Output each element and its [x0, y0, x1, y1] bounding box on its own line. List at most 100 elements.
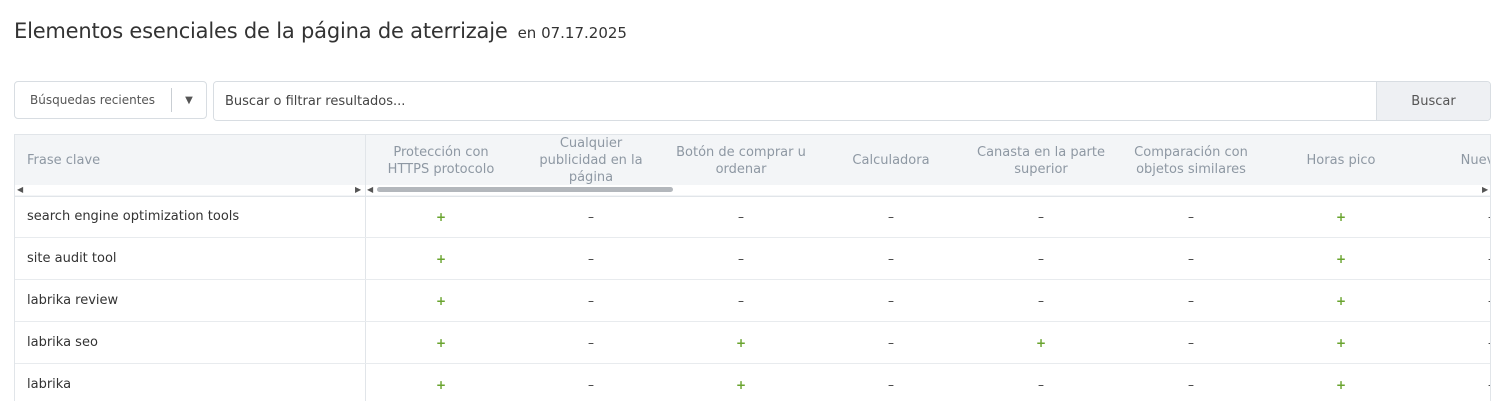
cell-value: – — [738, 293, 744, 308]
cell-value: – — [1038, 251, 1044, 266]
cell-value: – — [1188, 293, 1194, 308]
cell-value: – — [888, 293, 894, 308]
cell-value: – — [588, 335, 594, 350]
scroll-right-icon[interactable]: ▶ — [355, 185, 361, 195]
column-header[interactable]: Canasta en la parte superior — [966, 135, 1116, 186]
cell-value: + — [735, 377, 747, 392]
keyword-cell: search engine optimization tools — [27, 209, 240, 224]
chevron-down-icon[interactable]: ▼ — [172, 95, 206, 106]
dash-icon: – — [966, 280, 1116, 321]
check-plus-icon: + — [1266, 280, 1416, 321]
cell-value: + — [435, 209, 447, 224]
cell-value: + — [435, 251, 447, 266]
dash-icon: – — [816, 280, 966, 321]
search-bar: Buscar — [213, 81, 1491, 121]
dash-icon: – — [1116, 322, 1266, 363]
scroll-left-icon[interactable]: ◀ — [367, 185, 373, 195]
scroll-left-icon[interactable]: ◀ — [17, 185, 23, 195]
cell-value: – — [1188, 209, 1194, 224]
page-title-group: Elementos esenciales de la página de ate… — [14, 19, 627, 43]
cell-value: – — [1488, 378, 1490, 392]
dash-icon: – — [966, 196, 1116, 237]
recent-searches-dropdown[interactable]: Búsquedas recientes ▼ — [14, 81, 207, 119]
results-table: Frase clave ◀ ▶ ◀ ▶ Protección con HTTPS… — [14, 134, 1491, 401]
column-header[interactable]: Botón de comprar u ordenar — [666, 135, 816, 186]
dash-icon: – — [966, 238, 1116, 279]
column-header[interactable]: Cualquier publicidad en la página — [516, 135, 666, 186]
check-plus-icon: + — [966, 322, 1116, 363]
scrollbar-thumb[interactable] — [377, 187, 673, 192]
dash-icon: – — [816, 238, 966, 279]
cell-value: – — [738, 251, 744, 266]
cell-value: – — [888, 209, 894, 224]
keyword-cell: labrika — [27, 377, 72, 392]
column-header[interactable]: Calculadora — [816, 135, 966, 186]
column-header-label: Canasta en la parte superior — [977, 144, 1105, 177]
cell-value: + — [435, 335, 447, 350]
check-plus-icon: + — [366, 238, 516, 279]
dash-icon: – — [816, 196, 966, 237]
cell-value: – — [588, 209, 594, 224]
cell-value: + — [1035, 335, 1047, 350]
table-row: search engine optimization tools + – – – – – + – — [15, 196, 1490, 238]
check-plus-icon: + — [1266, 322, 1416, 363]
check-plus-icon: + — [366, 364, 516, 401]
keyword-cell: labrika seo — [27, 335, 98, 350]
column-header-label: Horas pico — [1306, 153, 1376, 168]
cell-value: – — [1488, 336, 1490, 350]
check-plus-icon: + — [666, 322, 816, 363]
dash-icon: – — [516, 364, 666, 401]
recent-searches-label: Búsquedas recientes — [30, 93, 156, 107]
dash-icon: – — [1416, 322, 1490, 363]
table-row: labrika + – + – – – + – — [15, 364, 1490, 401]
cell-value: – — [1488, 294, 1490, 308]
cell-value: – — [1488, 252, 1490, 266]
cell-value: – — [888, 251, 894, 266]
cell-value: – — [588, 293, 594, 308]
check-plus-icon: + — [1266, 364, 1416, 401]
cell-value: – — [1038, 209, 1044, 224]
dash-icon: – — [1416, 364, 1490, 401]
check-plus-icon: + — [366, 196, 516, 237]
search-button[interactable]: Buscar — [1376, 82, 1490, 120]
table-row: site audit tool + – – – – – + – — [15, 238, 1490, 280]
dash-icon: – — [1116, 238, 1266, 279]
cell-value: + — [1335, 377, 1347, 392]
check-plus-icon: + — [366, 322, 516, 363]
dash-icon: – — [1116, 364, 1266, 401]
column-header[interactable]: Nuevos p — [1416, 135, 1490, 186]
cell-value: – — [1038, 293, 1044, 308]
dash-icon: – — [666, 196, 816, 237]
dash-icon: – — [1416, 238, 1490, 279]
scroll-right-icon[interactable]: ▶ — [1482, 185, 1488, 195]
dash-icon: – — [666, 280, 816, 321]
cell-value: – — [588, 377, 594, 392]
keyword-column-header[interactable]: Frase clave — [15, 135, 365, 186]
cell-value: – — [1188, 251, 1194, 266]
search-input[interactable] — [214, 82, 1376, 120]
cell-value: + — [1335, 209, 1347, 224]
dash-icon: – — [516, 322, 666, 363]
cell-value: + — [435, 293, 447, 308]
cell-value: – — [1188, 377, 1194, 392]
dash-icon: – — [1116, 196, 1266, 237]
dash-icon: – — [516, 280, 666, 321]
column-header[interactable]: Horas pico — [1266, 135, 1416, 186]
check-plus-icon: + — [1266, 196, 1416, 237]
cell-value: – — [1038, 377, 1044, 392]
check-plus-icon: + — [666, 364, 816, 401]
keyword-cell: site audit tool — [27, 251, 117, 266]
cell-value: + — [435, 377, 447, 392]
column-header[interactable]: Comparación con objetos similares — [1116, 135, 1266, 186]
cell-value: – — [1188, 335, 1194, 350]
dash-icon: – — [1416, 280, 1490, 321]
horizontal-scrollbar[interactable]: ◀ ▶ ◀ ▶ — [15, 185, 1490, 195]
cell-value: + — [1335, 335, 1347, 350]
cell-value: – — [888, 335, 894, 350]
column-header[interactable]: Protección con HTTPS protocolo — [366, 135, 516, 186]
column-header-label: Protección con HTTPS protocolo — [387, 144, 495, 177]
dash-icon: – — [516, 238, 666, 279]
cell-value: – — [588, 251, 594, 266]
cell-value: + — [1335, 251, 1347, 266]
column-header-label: Calculadora — [852, 153, 930, 168]
